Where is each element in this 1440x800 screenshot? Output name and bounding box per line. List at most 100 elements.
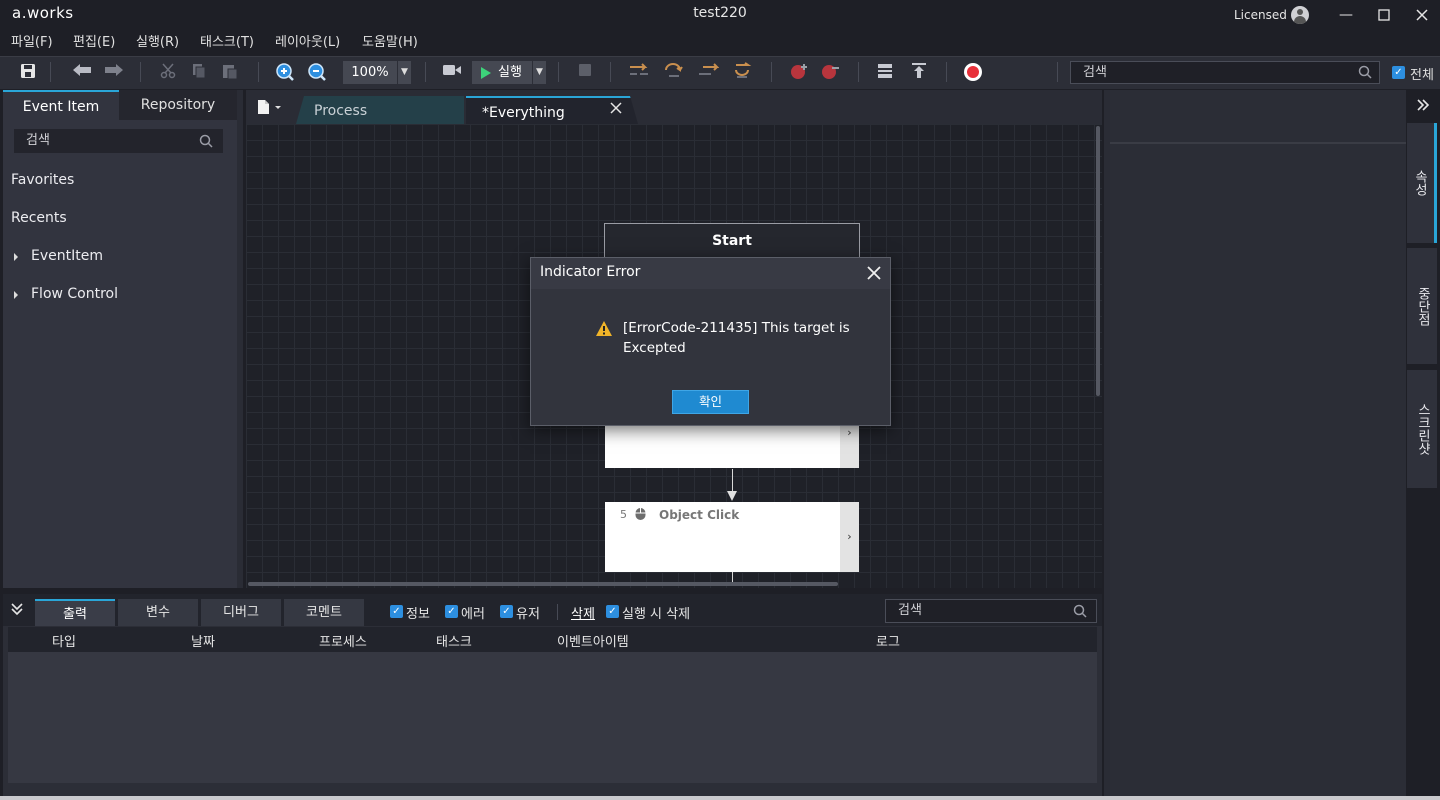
event-item-search-input[interactable]: 검색 (14, 129, 223, 153)
ok-button[interactable]: 확인 (672, 390, 749, 414)
collapse-panel-button[interactable] (1413, 98, 1433, 116)
column-header-event-item[interactable]: 이벤트아이템 (557, 631, 629, 650)
stop-button[interactable] (574, 62, 596, 84)
menu-file[interactable]: 파일(F) (11, 31, 53, 50)
run-button[interactable]: 실행 (472, 61, 532, 84)
column-header-type[interactable]: 타입 (52, 631, 76, 650)
new-file-button[interactable] (252, 96, 284, 118)
tab-variables[interactable]: 변수 (118, 599, 198, 626)
menu-edit[interactable]: 편집(E) (73, 31, 115, 50)
log-search-input[interactable]: 검색 (885, 599, 1097, 623)
all-checkbox[interactable]: ✓ (1392, 66, 1405, 79)
toolbar-search-input[interactable]: 검색 (1070, 61, 1380, 84)
tab-repository[interactable]: Repository (119, 90, 237, 120)
close-icon (1416, 9, 1428, 21)
sidebar-tab-properties[interactable]: 속성 (1407, 123, 1437, 243)
minimize-button[interactable]: — (1334, 5, 1358, 25)
column-header-date[interactable]: 날짜 (191, 631, 215, 650)
copy-button[interactable] (188, 62, 210, 84)
collapse-output-button[interactable] (10, 602, 26, 618)
error-filter-checkbox[interactable]: ✓ (445, 605, 458, 618)
record-video-button[interactable] (441, 62, 463, 84)
align-button[interactable] (874, 62, 896, 84)
add-breakpoint-button[interactable] (789, 62, 811, 84)
expand-caret-icon[interactable] (14, 253, 18, 261)
event-item-panel (3, 90, 237, 588)
step-back-button[interactable] (731, 62, 753, 84)
close-window-button[interactable] (1410, 5, 1434, 25)
clear-log-link[interactable]: 삭제 (571, 603, 595, 622)
cut-button[interactable] (157, 62, 179, 84)
node-label: Object Click (659, 508, 740, 522)
record-icon (964, 63, 982, 81)
record-button[interactable] (962, 62, 984, 84)
zoom-out-button[interactable] (306, 62, 328, 84)
menu-layout[interactable]: 레이아웃(L) (275, 31, 340, 50)
flow-node[interactable]: › (605, 426, 859, 468)
mouse-icon (635, 508, 646, 520)
tab-event-item[interactable]: Event Item (3, 90, 119, 120)
user-avatar-icon[interactable] (1291, 6, 1309, 24)
warning-icon (596, 321, 612, 336)
new-file-icon (258, 100, 281, 114)
tab-process[interactable]: Process (296, 96, 464, 124)
tree-item-recents[interactable]: Recents (11, 210, 67, 226)
maximize-button[interactable] (1372, 5, 1396, 25)
clear-on-run-checkbox[interactable]: ✓ (606, 605, 619, 618)
all-checkbox-label: 전체 (1410, 68, 1434, 83)
remove-breakpoint-button[interactable] (820, 62, 842, 84)
tree-item-favorites[interactable]: Favorites (11, 172, 74, 188)
step-out-button[interactable] (697, 62, 720, 84)
toolbar-separator (425, 62, 426, 82)
column-header-process[interactable]: 프로세스 (319, 631, 367, 650)
menu-run[interactable]: 실행(R) (136, 31, 179, 50)
tab-debug[interactable]: 디버그 (201, 599, 281, 626)
zoom-in-icon (276, 63, 294, 81)
paste-button[interactable] (219, 62, 241, 84)
tab-comment[interactable]: 코멘트 (284, 599, 364, 626)
zoom-in-button[interactable] (274, 62, 296, 84)
export-button[interactable] (908, 62, 930, 84)
column-header-task[interactable]: 태스크 (436, 631, 472, 650)
user-filter-label: 유저 (516, 607, 540, 622)
run-dropdown-button[interactable]: ▼ (532, 61, 546, 84)
toolbar-separator (140, 62, 141, 82)
tree-item-flow-control[interactable]: Flow Control (31, 286, 118, 302)
search-icon[interactable] (1358, 65, 1372, 79)
menu-task[interactable]: 태스크(T) (200, 31, 254, 50)
menu-help[interactable]: 도움말(H) (362, 31, 418, 50)
dialog-message: [ErrorCode-211435] This target is Except… (623, 320, 850, 356)
step-back-icon (735, 62, 752, 78)
node-expand-button[interactable]: › (840, 502, 859, 572)
canvas-horizontal-scrollbar[interactable] (248, 582, 838, 586)
left-splitter[interactable] (237, 90, 243, 588)
sidebar-tab-screenshot[interactable]: 스크린샷 (1407, 370, 1437, 488)
zoom-dropdown-button[interactable]: ▼ (397, 61, 411, 84)
undo-button[interactable] (71, 62, 93, 84)
save-button[interactable] (17, 62, 39, 84)
align-center-icon (878, 64, 892, 78)
search-icon[interactable] (199, 134, 213, 148)
start-node[interactable]: Start (604, 223, 860, 259)
column-header-log[interactable]: 로그 (876, 631, 900, 650)
user-filter-checkbox[interactable]: ✓ (500, 605, 513, 618)
step-over-button[interactable] (628, 62, 650, 84)
step-into-button[interactable] (663, 62, 685, 84)
redo-button[interactable] (103, 62, 125, 84)
expand-caret-icon[interactable] (14, 291, 18, 299)
node-expand-button[interactable]: › (840, 426, 859, 468)
close-tab-button[interactable] (610, 102, 624, 116)
toolbar-separator (258, 62, 259, 82)
canvas-vertical-scrollbar[interactable] (1096, 126, 1100, 396)
double-chevron-right-icon (1417, 99, 1430, 111)
search-icon[interactable] (1073, 604, 1087, 618)
upload-icon (912, 63, 926, 78)
double-chevron-down-icon (11, 603, 23, 616)
sidebar-tab-breakpoints[interactable]: 중단점 (1407, 248, 1437, 364)
zoom-level-field[interactable]: 100% (343, 61, 397, 84)
arrow-left-icon (73, 64, 91, 76)
dialog-close-button[interactable] (864, 263, 884, 283)
info-filter-checkbox[interactable]: ✓ (390, 605, 403, 618)
tab-output[interactable]: 출력 (35, 599, 115, 626)
tree-item-eventitem[interactable]: EventItem (31, 248, 103, 264)
